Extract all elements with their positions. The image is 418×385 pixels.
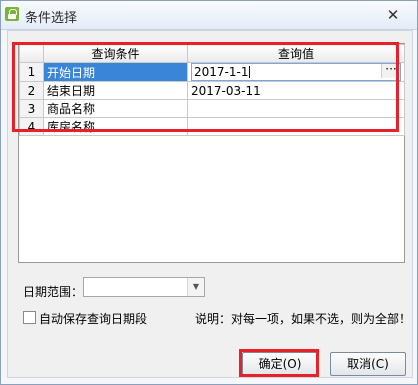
row-number: 3 — [19, 99, 44, 118]
table-row[interactable]: 4 库房名称 — [19, 117, 405, 136]
title-bar: 条件选择 ✕ — [1, 1, 417, 30]
text-caret — [249, 66, 251, 78]
table-row[interactable]: 2 结束日期 2017-03-11 — [19, 81, 405, 100]
note-text: 说明：对每一项，如果不选，则为全部！ — [195, 312, 412, 326]
date-range-label: 日期范围： — [23, 285, 84, 299]
ok-button[interactable]: 确定(O) — [242, 352, 318, 376]
cancel-button[interactable]: 取消(C) — [330, 352, 406, 376]
query-grid: 查询条件 查询值 1 开始日期 2017-1-1 ··· 2 结束日期 2017… — [18, 43, 405, 263]
table-row[interactable]: 1 开始日期 2017-1-1 ··· — [19, 62, 405, 82]
column-header-value[interactable]: 查询值 — [187, 44, 405, 63]
value-cell[interactable] — [187, 99, 405, 118]
row-number: 1 — [19, 62, 44, 82]
value-input[interactable]: 2017-1-1 — [194, 65, 251, 79]
autosave-label[interactable]: 自动保存查询日期段 — [39, 310, 147, 327]
window-title: 条件选择 — [25, 11, 78, 26]
column-header-condition[interactable]: 查询条件 — [43, 44, 188, 63]
column-header-rownum — [19, 44, 44, 63]
chevron-down-icon[interactable]: ▼ — [187, 278, 204, 296]
value-cell[interactable] — [187, 117, 405, 136]
condition-cell[interactable]: 库房名称 — [43, 117, 188, 136]
dialog-window: 条件选择 ✕ 查询条件 查询值 1 开始日期 2017-1-1 ··· 2 结束… — [0, 0, 418, 385]
condition-cell[interactable]: 开始日期 — [43, 62, 188, 82]
row-number: 4 — [19, 117, 44, 136]
close-icon[interactable]: ✕ — [384, 6, 402, 24]
ellipsis-button[interactable]: ··· — [381, 64, 400, 78]
date-range-select[interactable]: ▼ — [83, 277, 205, 297]
row-number: 2 — [19, 81, 44, 100]
value-cell[interactable]: 2017-03-11 — [187, 81, 405, 100]
condition-cell[interactable]: 结束日期 — [43, 81, 188, 100]
condition-cell[interactable]: 商品名称 — [43, 99, 188, 118]
value-cell-editor[interactable]: 2017-1-1 ··· — [187, 62, 405, 82]
lock-icon — [5, 7, 19, 21]
table-row[interactable]: 3 商品名称 — [19, 99, 405, 118]
autosave-checkbox[interactable] — [23, 311, 36, 324]
